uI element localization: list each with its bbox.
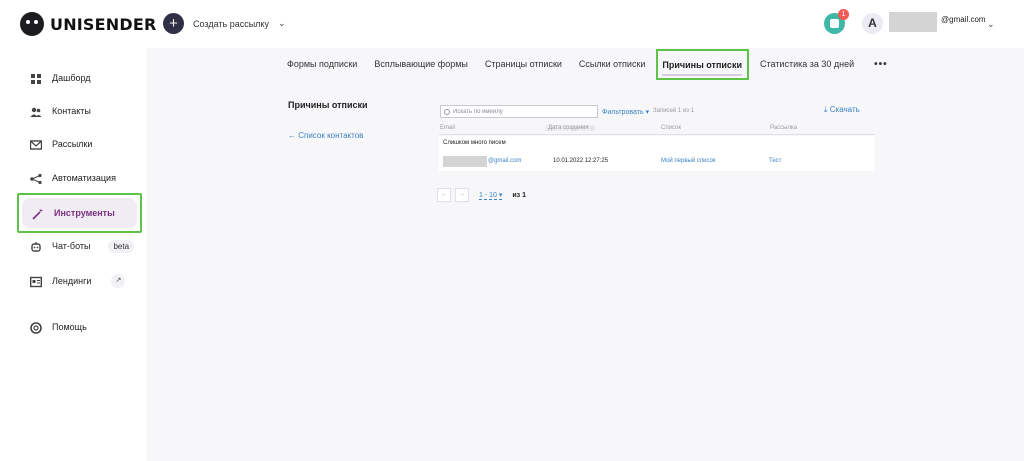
search-icon [444,108,450,115]
landing-icon [29,275,43,288]
automation-icon [30,172,42,185]
download-icon: ⤓ [824,105,828,114]
column-header-campaign[interactable]: Рассылка [770,125,797,131]
campaign-cell[interactable]: Тест [769,158,781,164]
email-domain-cell[interactable]: @gmail.com [488,158,521,164]
create-campaign-label: Создать рассылку [193,18,269,29]
sidebar-item-dashboard[interactable]: Дашборд [22,66,142,90]
records-count: Записей 1 из 1 [653,108,695,114]
sidebar-item-automation[interactable]: Автоматизация [22,166,142,190]
download-label: Скачать [829,105,860,114]
column-header-date[interactable]: Дата создания ↓ [545,125,597,131]
mail-icon [29,138,43,150]
filter-dropdown[interactable]: Фильтровать ▾ [602,108,649,116]
next-page-button[interactable]: → [455,188,469,202]
pagination: ← → 1 - 10 ▾ из 1 [437,188,526,202]
page-title: Причины отписки [288,100,368,110]
sidebar-item-label: Автоматизация [52,173,116,183]
logo[interactable]: UNISENDER [20,12,157,36]
top-header: UNISENDER + Создать рассылку ⌄ 1 A @gmai… [0,0,1024,48]
sidebar-item-help[interactable]: Помощь [22,315,142,339]
sidebar-item-campaigns[interactable]: Рассылки [22,132,142,156]
bot-icon [30,240,42,252]
logo-text: UNISENDER [50,14,157,34]
filter-label: Фильтровать [602,109,644,116]
avatar[interactable]: A [862,13,883,34]
tabs: Формы подписки Всплывающие формы Страниц… [287,48,888,80]
sidebar-item-contacts[interactable]: Контакты [22,99,142,123]
sidebar-item-label: Чат-боты [52,241,91,251]
prev-page-button[interactable]: ← [437,188,451,202]
tab-unsubscribe-links[interactable]: Ссылки отписки [579,59,645,69]
sidebar-item-label: Лендинги [52,276,92,286]
back-to-contacts-link[interactable]: ← Список контактов [288,131,363,140]
column-header-date-label: Дата создания [548,125,589,131]
contacts-icon [30,105,42,117]
sidebar-item-label: Дашборд [52,73,91,83]
column-header-list[interactable]: Список [661,125,681,131]
more-tabs-icon[interactable]: ••• [874,59,888,70]
sidebar-item-label: Инструменты [54,208,115,218]
sidebar: Дашборд Контакты Рассылки Автоматизация … [0,48,147,461]
table-body: Слишком много писем @gmail.com 10.01.202… [439,136,875,171]
external-link-icon[interactable]: ↗ [111,274,126,288]
reason-group-label: Слишком много писем [443,140,506,146]
page-range-label: 1 - 10 [479,191,497,199]
caret-down-icon: ▾ [498,191,503,199]
logo-dog-icon [20,12,44,36]
email-redacted [443,156,487,167]
sidebar-item-tools[interactable]: Инструменты [17,193,142,233]
plus-icon: + [163,13,184,34]
page-size-dropdown[interactable]: 1 - 10 ▾ [479,191,503,200]
help-icon [30,321,42,334]
date-cell: 10.01.2022 12:27:25 [553,158,609,164]
account-chevron-down-icon[interactable]: ⌄ [987,19,995,30]
sidebar-item-label: Рассылки [52,139,93,149]
page-total: из 1 [512,191,526,199]
list-cell[interactable]: Мой первый список [661,158,716,164]
sidebar-item-landings[interactable]: Лендинги ↗ [22,269,142,293]
main-content: Формы подписки Всплывающие формы Страниц… [147,48,1024,461]
notification-icon [830,19,839,28]
account-email-redacted [889,12,937,32]
tab-unsubscribe-reasons[interactable]: Причины отписки [656,48,749,80]
notification-count-badge: 1 [838,9,849,20]
chevron-down-icon: ⌄ [277,18,286,28]
tab-subscription-forms[interactable]: Формы подписки [287,59,357,69]
search-input[interactable] [453,108,593,115]
caret-down-icon: ▾ [645,109,650,116]
column-header-email[interactable]: Email [440,125,455,131]
sidebar-item-label: Помощь [52,322,87,332]
sidebar-item-tools-highlight: Инструменты [22,198,137,228]
beta-badge: beta [108,239,135,253]
sidebar-item-chatbots[interactable]: Чат-боты beta [22,234,142,258]
tab-unsubscribe-pages[interactable]: Страницы отписки [485,59,562,69]
account-email-domain[interactable]: @gmail.com [941,15,986,24]
tab-unsubscribe-reasons-label: Причины отписки [662,60,742,76]
dashboard-icon [30,72,42,84]
sidebar-item-label: Контакты [52,106,91,116]
table-header: Email Дата создания ↓ Список Рассылка [439,124,875,135]
sort-down-icon: ↓ [590,125,594,131]
wand-icon [32,207,44,220]
tab-popup-forms[interactable]: Всплывающие формы [374,59,468,69]
download-button[interactable]: ⤓ Скачать [824,105,860,115]
tab-stats-30-days[interactable]: Статистика за 30 дней [760,59,854,69]
create-campaign-button[interactable]: + Создать рассылку ⌄ [163,13,286,34]
search-box[interactable] [440,105,598,118]
